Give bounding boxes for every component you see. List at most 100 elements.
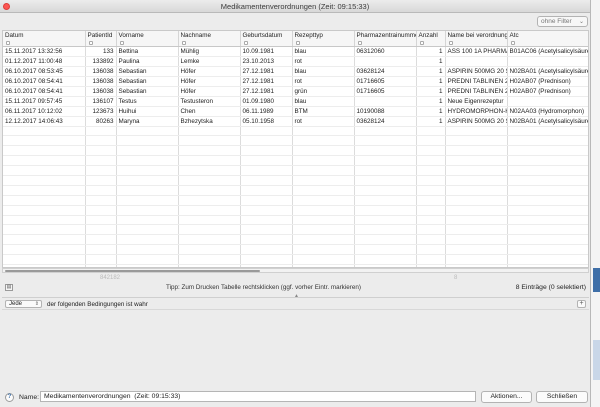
window-title: Medikamentenverordnungen (Zeit: 09:15:33… bbox=[220, 2, 370, 11]
empty-cell bbox=[3, 195, 86, 206]
sort-icon bbox=[510, 40, 515, 45]
table-row[interactable]: 01.12.2017 11:00:48 133892 Paulina Lemke 23.… bbox=[3, 56, 588, 67]
empty-cell bbox=[3, 135, 86, 147]
column-header[interactable]: Anzahl bbox=[416, 31, 446, 47]
table-row[interactable]: 06.10.2017 08:54:41 136038 Sebastian Höfer 2… bbox=[3, 86, 588, 97]
column-header-label: PatientId bbox=[87, 32, 113, 39]
empty-cell bbox=[178, 175, 241, 186]
sort-icon bbox=[6, 40, 10, 45]
empty-cell bbox=[507, 126, 588, 137]
title-bar[interactable]: Medikamentenverordnungen (Zeit: 09:15:33… bbox=[0, 0, 590, 13]
table-row[interactable]: 12.12.2017 14:06:43 80263 Maryna Bzhezytska… bbox=[3, 116, 588, 127]
empty-cell bbox=[354, 126, 417, 137]
table-cell: N02AA03 (Hydromorphon) bbox=[507, 106, 588, 117]
column-header[interactable]: Pharmazentrainummer bbox=[354, 31, 417, 47]
table-cell: ASPIRIN 500MG 20 St bbox=[445, 66, 508, 77]
empty-cell bbox=[178, 195, 241, 206]
table-cell: N02BA01 (Acetylsalicylsäure) bbox=[507, 116, 588, 127]
table-cell: 136038 bbox=[85, 66, 117, 77]
scrollbar-thumb[interactable] bbox=[5, 270, 260, 272]
table-cell: rot bbox=[292, 56, 355, 67]
table-cell: 27.12.1981 bbox=[240, 66, 293, 77]
table-row[interactable]: 06.10.2017 08:54:41 136038 Sebastian Höfer 2… bbox=[3, 76, 588, 87]
empty-cell bbox=[85, 215, 117, 226]
column-header[interactable]: Geburtsdatum bbox=[240, 31, 293, 47]
empty-cell bbox=[178, 165, 241, 176]
table-cell: 1 bbox=[416, 76, 446, 87]
table-cell: 1 bbox=[416, 106, 446, 117]
empty-cell bbox=[292, 244, 355, 256]
empty-cell bbox=[178, 126, 241, 137]
table-cell: 133 bbox=[85, 46, 117, 57]
empty-cell bbox=[240, 215, 293, 226]
column-header[interactable]: PatientId bbox=[85, 31, 117, 47]
table-cell: 1 bbox=[416, 66, 446, 77]
column-header-label: Vorname bbox=[118, 32, 144, 39]
empty-cell bbox=[240, 224, 293, 236]
table-cell bbox=[507, 96, 588, 107]
empty-cell bbox=[240, 234, 293, 246]
empty-cell bbox=[292, 145, 355, 157]
empty-cell bbox=[178, 135, 241, 147]
filter-select[interactable]: ohne Filter ⌄ bbox=[537, 16, 588, 27]
empty-cell bbox=[507, 224, 588, 236]
column-header[interactable]: Nachname bbox=[178, 31, 241, 47]
empty-cell bbox=[240, 244, 293, 256]
empty-cell bbox=[85, 155, 117, 167]
name-input[interactable] bbox=[40, 391, 476, 402]
condition-text: der folgenden Bedingungen ist wahr bbox=[47, 301, 148, 308]
help-button[interactable]: ? bbox=[5, 393, 14, 402]
table-cell: Sebastian bbox=[116, 86, 179, 97]
horizontal-scrollbar[interactable] bbox=[2, 268, 589, 273]
empty-cell bbox=[3, 254, 86, 265]
empty-cell bbox=[507, 165, 588, 176]
table-row[interactable]: 06.11.2017 10:12:02 123673 Huihui Chen 06.11… bbox=[3, 106, 588, 117]
empty-row bbox=[3, 135, 588, 147]
actions-button[interactable]: Aktionen... bbox=[481, 391, 532, 403]
close-button[interactable]: Schließen bbox=[536, 391, 588, 403]
column-header[interactable]: Atc bbox=[507, 31, 588, 47]
table-cell: 1 bbox=[416, 46, 446, 57]
empty-cell bbox=[85, 185, 117, 196]
add-condition-button[interactable]: + bbox=[577, 300, 586, 308]
empty-cell bbox=[116, 185, 179, 196]
column-header[interactable]: Datum bbox=[3, 31, 86, 47]
empty-cell bbox=[292, 126, 355, 137]
table-cell: Huihui bbox=[116, 106, 179, 117]
column-header[interactable]: Vorname bbox=[116, 31, 179, 47]
table-row[interactable]: 15.11.2017 13:32:56 133 Bettina Mühlig 10.09… bbox=[3, 46, 588, 57]
close-window-icon[interactable] bbox=[3, 3, 10, 10]
empty-cell bbox=[3, 155, 86, 167]
empty-cell bbox=[178, 215, 241, 226]
table-options-icon[interactable]: ▤ bbox=[5, 284, 13, 291]
empty-cell bbox=[116, 165, 179, 176]
column-header[interactable]: Rezepttyp bbox=[292, 31, 355, 47]
column-header[interactable]: Name bei verordnung bbox=[445, 31, 508, 47]
table-cell: ASPIRIN 500MG 20 St bbox=[445, 116, 508, 127]
table-cell: 06312060 bbox=[354, 46, 417, 57]
table-row[interactable]: 06.10.2017 08:53:45 136038 Sebastian Höfer 2… bbox=[3, 66, 588, 77]
empty-cell bbox=[507, 205, 588, 216]
empty-cell bbox=[116, 205, 179, 216]
condition-row: Jede ⇕ der folgenden Bedingungen ist wah… bbox=[2, 297, 589, 309]
sort-icon bbox=[88, 40, 93, 45]
empty-cell bbox=[354, 234, 417, 246]
table-cell: H02AB07 (Prednison) bbox=[507, 76, 588, 87]
empty-cell bbox=[416, 175, 446, 186]
table-row[interactable]: 15.11.2017 09:57:45 136107 Testus Testuster… bbox=[3, 96, 588, 107]
empty-cell bbox=[445, 244, 508, 256]
empty-cell bbox=[85, 224, 117, 236]
empty-cell bbox=[445, 155, 508, 167]
table-cell: rot bbox=[292, 76, 355, 87]
bottom-bar: ? Name: Aktionen... Schließen bbox=[0, 388, 591, 407]
table-cell: Bzhezytska bbox=[178, 116, 241, 127]
condition-match-select[interactable]: Jede ⇕ bbox=[5, 300, 42, 308]
table-cell: PREDNI TABLINEN 20 bbox=[445, 76, 508, 87]
empty-cell bbox=[445, 145, 508, 157]
empty-cell bbox=[3, 244, 86, 256]
empty-cell bbox=[240, 195, 293, 206]
empty-cell bbox=[240, 185, 293, 196]
prescriptions-table[interactable]: Datum PatientId Vorname Nachname Geburtsdatu… bbox=[2, 30, 589, 268]
column-header-label: Anzahl bbox=[418, 32, 438, 39]
empty-cell bbox=[416, 195, 446, 206]
